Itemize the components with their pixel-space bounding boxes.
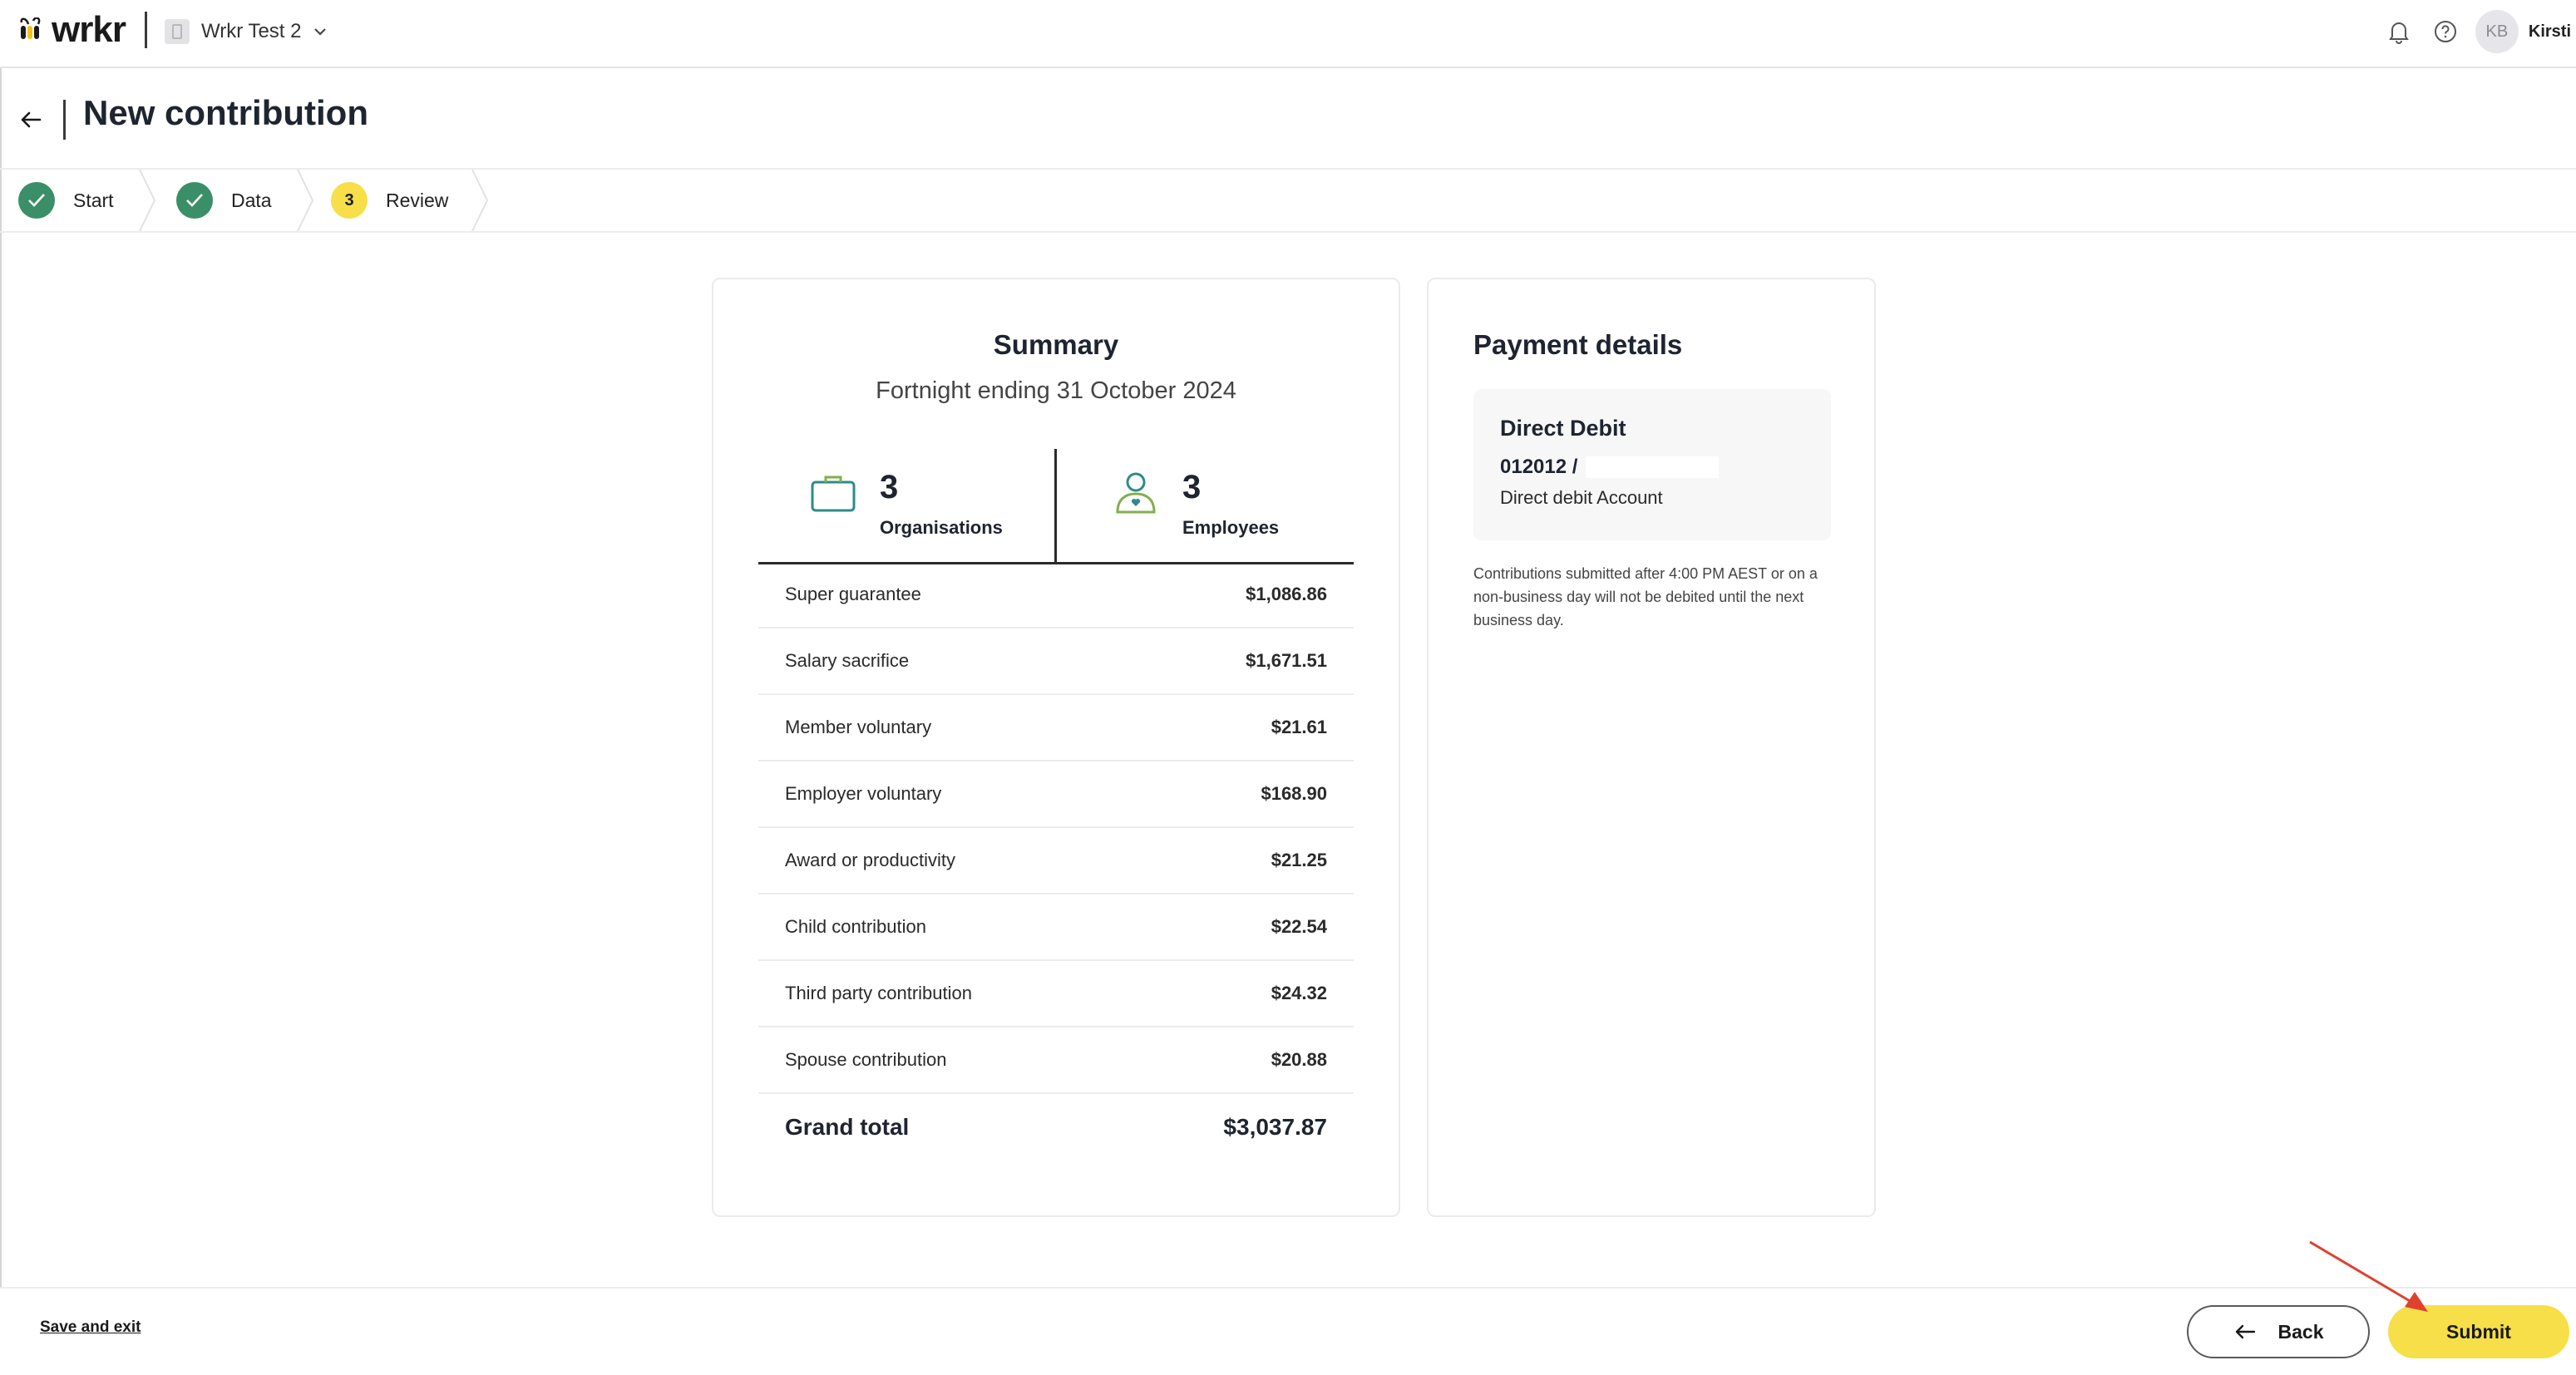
chevron-down-icon: [314, 28, 327, 36]
row-value: $21.61: [1271, 717, 1327, 737]
save-and-exit-link[interactable]: Save and exit: [40, 1318, 141, 1337]
org-name: Wrkr Test 2: [201, 20, 302, 42]
row-label: Member voluntary: [785, 717, 932, 737]
app-logo[interactable]: wrkr: [18, 12, 126, 48]
grand-total-row: Grand total $3,037.87: [758, 1094, 1354, 1161]
row-label: Third party contribution: [785, 983, 972, 1003]
top-bar: wrkr Wrkr Test 2 KB Kirsti: [0, 0, 2576, 68]
step-separator: [139, 170, 156, 231]
row-label: Spouse contribution: [785, 1049, 947, 1070]
arrow-left-icon: [2235, 1324, 2255, 1339]
direct-debit-box: Direct Debit 012012 / Direct debit Accou…: [1473, 389, 1831, 540]
stepper: Start Data 3 Review: [0, 170, 2576, 233]
step-data[interactable]: Data: [176, 170, 272, 231]
check-icon: [18, 182, 55, 219]
employees-label: Employees: [1182, 517, 1280, 538]
step-review[interactable]: 3 Review: [331, 170, 448, 231]
row-value: $168.90: [1261, 783, 1327, 804]
table-row: Spouse contribution $20.88: [758, 1028, 1354, 1094]
summary-table: Super guarantee $1,086.86 Salary sacrifi…: [758, 562, 1354, 1161]
building-icon: [165, 19, 190, 44]
footer: Save and exit Back Submit: [0, 1287, 2576, 1375]
step-separator: [471, 170, 489, 231]
step-label: Start: [73, 189, 114, 211]
summary-card: Summary Fortnight ending 31 October 2024…: [712, 278, 1400, 1217]
header-divider: [63, 100, 66, 140]
row-value: $1,671.51: [1246, 650, 1327, 671]
table-row: Super guarantee $1,086.86: [758, 562, 1354, 628]
row-value: $20.88: [1271, 1049, 1327, 1070]
row-label: Award or productivity: [785, 850, 956, 870]
notifications-button[interactable]: [2376, 8, 2422, 55]
table-row: Third party contribution $24.32: [758, 961, 1354, 1028]
redacted-field: [1586, 456, 1720, 478]
help-icon: [2434, 21, 2456, 42]
table-row: Member voluntary $21.61: [758, 695, 1354, 761]
account-name: Direct debit Account: [1500, 487, 1663, 508]
arrow-left-icon[interactable]: [17, 106, 45, 134]
submit-label: Submit: [2446, 1320, 2511, 1343]
organisations-label: Organisations: [880, 517, 1003, 538]
user-name[interactable]: Kirsti: [2529, 22, 2571, 42]
row-value: $22.54: [1271, 916, 1327, 937]
summary-title: Summary: [993, 329, 1119, 360]
payment-title: Payment details: [1473, 329, 1683, 360]
grand-total-value: $3,037.87: [1223, 1114, 1327, 1140]
org-switcher[interactable]: Wrkr Test 2: [165, 15, 328, 48]
table-row: Salary sacrifice $1,671.51: [758, 628, 1354, 695]
employees-count: 3: [1182, 469, 1202, 505]
row-label: Child contribution: [785, 916, 926, 937]
help-button[interactable]: [2422, 8, 2469, 55]
row-value: $1,086.86: [1246, 584, 1327, 604]
row-label: Super guarantee: [785, 584, 921, 604]
account-number: 012012 /: [1500, 456, 1720, 479]
page-title: New contribution: [83, 93, 368, 132]
back-label: Back: [2277, 1320, 2324, 1343]
table-row: Employer voluntary $168.90: [758, 761, 1354, 828]
payment-method: Direct Debit: [1500, 416, 1626, 441]
bee-icon: [20, 17, 41, 39]
step-number-badge: 3: [331, 182, 368, 219]
step-start[interactable]: Start: [18, 170, 114, 231]
payment-note: Contributions submitted after 4:00 PM AE…: [1473, 565, 1818, 628]
stats-divider: [1054, 449, 1057, 562]
briefcase-icon: [811, 476, 856, 512]
topbar-divider: [145, 12, 147, 48]
person-icon: [1116, 472, 1156, 514]
bell-icon: [2389, 22, 2409, 44]
table-row: Award or productivity $21.25: [758, 828, 1354, 894]
payment-card: Payment details Direct Debit 012012 / Di…: [1427, 278, 1876, 1217]
grand-total-label: Grand total: [785, 1114, 910, 1140]
check-icon: [176, 182, 213, 219]
summary-period: Fortnight ending 31 October 2024: [876, 377, 1236, 404]
top-right-actions: KB Kirsti: [2376, 8, 2576, 55]
table-row: Child contribution $22.54: [758, 894, 1354, 961]
summary-stats: 3 Organisations 3 Employees: [758, 449, 1354, 564]
row-label: Salary sacrifice: [785, 650, 910, 671]
organisations-count: 3: [880, 469, 899, 505]
row-label: Employer voluntary: [785, 783, 942, 804]
logo-text: wrkr: [52, 9, 126, 50]
page-header: New contribution: [0, 68, 2576, 170]
account-prefix: 012012 /: [1500, 456, 1578, 478]
annotation-arrow-icon: [2309, 1240, 2428, 1312]
row-value: $24.32: [1271, 983, 1327, 1003]
row-value: $21.25: [1271, 850, 1327, 870]
step-separator: [297, 170, 314, 231]
step-label: Review: [386, 189, 449, 211]
avatar[interactable]: KB: [2475, 10, 2519, 53]
step-label: Data: [231, 189, 272, 211]
